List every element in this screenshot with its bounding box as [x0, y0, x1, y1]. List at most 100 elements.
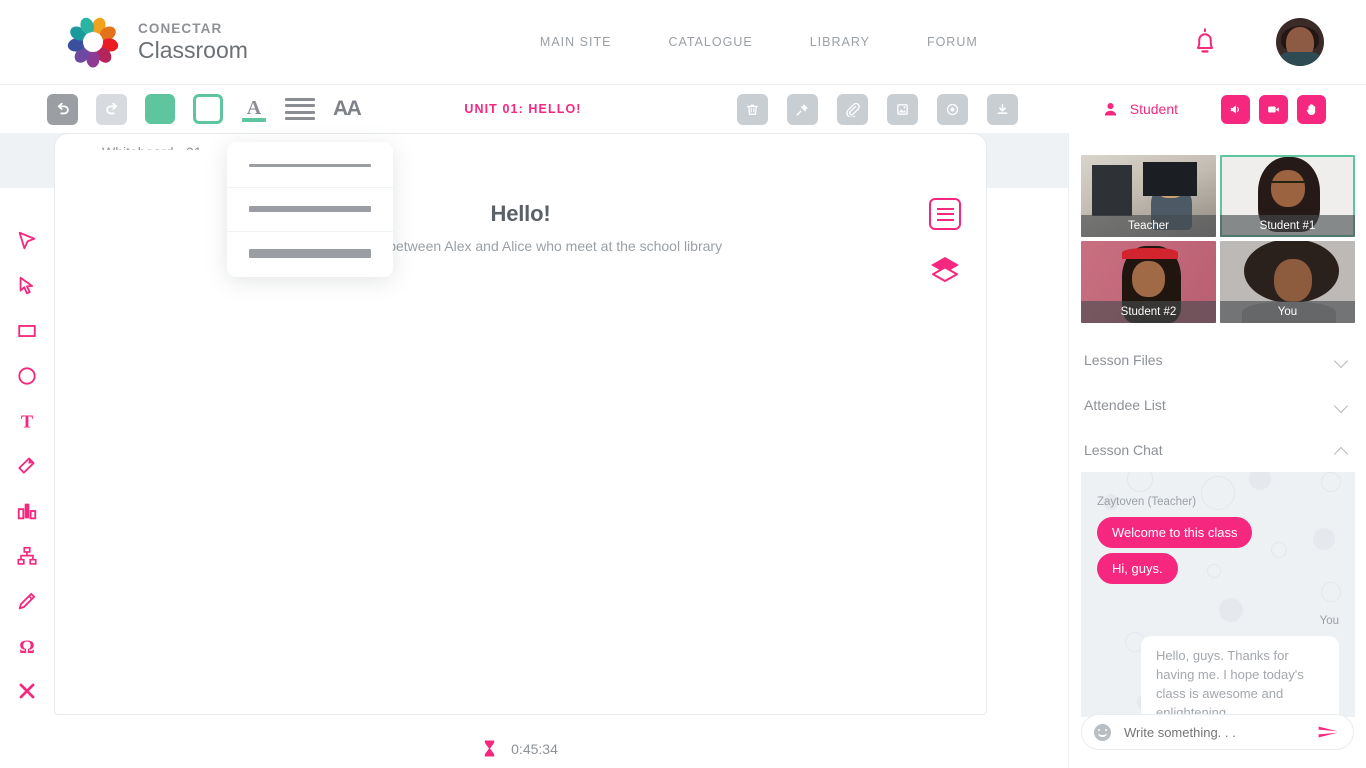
align-line [285, 98, 315, 102]
lesson-subtitle: A dialogue between Alex and Alice who me… [318, 238, 723, 254]
stroke-color-swatch[interactable] [193, 94, 223, 124]
text-color-button[interactable]: A [241, 94, 267, 124]
audio-button[interactable] [1221, 94, 1250, 124]
chat-bubble: Hi, guys. [1097, 553, 1178, 584]
download-icon [997, 103, 1007, 114]
tile-glasses [1271, 181, 1306, 188]
close-x-tool[interactable] [12, 678, 42, 704]
decoration [1321, 472, 1341, 492]
line-weight-dropdown[interactable] [227, 142, 393, 277]
bar-chart-tool[interactable] [12, 498, 42, 524]
brand-logo-group[interactable]: CONECTAR Classroom [66, 15, 248, 69]
align-line [285, 110, 315, 114]
eraser-tool[interactable] [12, 453, 42, 479]
line-weight-button[interactable] [285, 98, 315, 120]
nav-item-main-site[interactable]: MAIN SITE [540, 35, 612, 49]
section-label: Lesson Files [1084, 351, 1163, 368]
video-tile[interactable]: You [1220, 241, 1355, 323]
pin-icon [796, 103, 808, 116]
raise-hand-icon [1306, 103, 1316, 115]
section-lesson-files[interactable]: Lesson Files [1081, 337, 1354, 382]
note-line [936, 207, 954, 210]
section-lesson-chat[interactable]: Lesson Chat [1081, 427, 1354, 472]
chat-input[interactable] [1124, 724, 1317, 740]
video-button[interactable] [1259, 94, 1288, 124]
download-button[interactable] [986, 93, 1018, 125]
toolbar-left-group: A AA [47, 93, 362, 125]
section-label: Attendee List [1084, 396, 1166, 413]
rectangle-icon [18, 325, 36, 337]
chat-bubble: Hello, guys. Thanks for having me. I hop… [1141, 636, 1339, 717]
user-avatar[interactable] [1276, 18, 1324, 66]
rectangle-tool[interactable] [12, 318, 42, 344]
chat-input-bar[interactable] [1081, 714, 1354, 750]
chevron-up-icon [1336, 446, 1349, 454]
pencil-tool[interactable] [12, 588, 42, 614]
nav-item-library[interactable]: LIBRARY [810, 35, 870, 49]
chat-messages: Zaytoven (Teacher) Welcome to this class… [1097, 496, 1339, 717]
paperclip-icon [845, 102, 860, 117]
tool-rail: T Ω [0, 188, 54, 768]
align-line [285, 116, 315, 120]
video-tile[interactable]: Student #2 [1081, 241, 1216, 323]
redo-button[interactable] [96, 93, 127, 125]
line-weight-option[interactable] [227, 144, 393, 188]
whiteboard-canvas[interactable]: Hello! A dialogue between Alex and Alice… [54, 150, 987, 715]
video-tile[interactable]: Student #1 [1220, 155, 1355, 237]
layers-button[interactable] [928, 254, 962, 284]
delete-button[interactable] [736, 93, 768, 125]
text-tool[interactable]: T [12, 408, 42, 434]
cursor-tool[interactable] [12, 228, 42, 254]
note-line [936, 213, 954, 215]
tile-face [1132, 260, 1165, 297]
line-weight-option[interactable] [227, 188, 393, 232]
record-icon [946, 103, 958, 115]
tile-face [1274, 259, 1312, 302]
avatar-body [1277, 52, 1323, 66]
notes-list-button[interactable] [929, 198, 961, 230]
whiteboard-header: Hello! A dialogue between Alex and Alice… [55, 150, 986, 254]
select-arrow-tool[interactable] [12, 273, 42, 299]
chat-sender-name: You [1319, 615, 1339, 627]
omega-icon: Ω [19, 637, 34, 657]
workspace: Whiteboard - 01 T [0, 133, 1366, 768]
tile-label: You [1220, 301, 1355, 323]
send-button[interactable] [1317, 723, 1339, 741]
chat-panel: Zaytoven (Teacher) Welcome to this class… [1081, 472, 1355, 717]
eraser-icon [18, 457, 35, 474]
tile-head [1156, 176, 1184, 198]
unit-title: UNIT 01: HELLO! [464, 102, 582, 116]
layers-icon [931, 257, 959, 282]
role-indicator[interactable]: Student [1102, 101, 1178, 118]
nav-item-catalogue[interactable]: CATALOGUE [668, 35, 752, 49]
text-color-letter: A [246, 96, 262, 119]
video-tile[interactable]: Teacher [1081, 155, 1216, 237]
redo-icon [105, 102, 117, 115]
lesson-title: Hello! [490, 201, 551, 226]
line-weight-option[interactable] [227, 232, 393, 276]
emoji-icon[interactable] [1094, 723, 1111, 741]
svg-text:T: T [21, 411, 33, 431]
decoration [1127, 472, 1153, 492]
x-icon [19, 683, 35, 699]
lesson-timer: 0:45:34 [54, 739, 987, 758]
ellipse-tool[interactable] [12, 363, 42, 389]
symbol-omega-tool[interactable]: Ω [12, 633, 42, 659]
image-crop-button[interactable] [886, 93, 918, 125]
undo-button[interactable] [47, 93, 78, 125]
attachment-button[interactable] [836, 93, 868, 125]
record-button[interactable] [936, 93, 968, 125]
raise-hand-button[interactable] [1297, 94, 1326, 124]
notification-bell-icon[interactable] [1192, 28, 1218, 56]
font-size-button[interactable]: AA [333, 97, 362, 121]
hourglass-icon [484, 740, 495, 757]
brand-name: CONECTAR [138, 20, 223, 36]
nav-item-forum[interactable]: FORUM [927, 35, 978, 49]
chat-bubble: Welcome to this class [1097, 517, 1253, 548]
pin-button[interactable] [786, 93, 818, 125]
canvas-float-buttons [928, 198, 962, 284]
section-attendee-list[interactable]: Attendee List [1081, 382, 1354, 427]
fill-color-swatch[interactable] [145, 94, 175, 124]
hierarchy-tool[interactable] [12, 543, 42, 569]
trash-icon [746, 104, 758, 115]
